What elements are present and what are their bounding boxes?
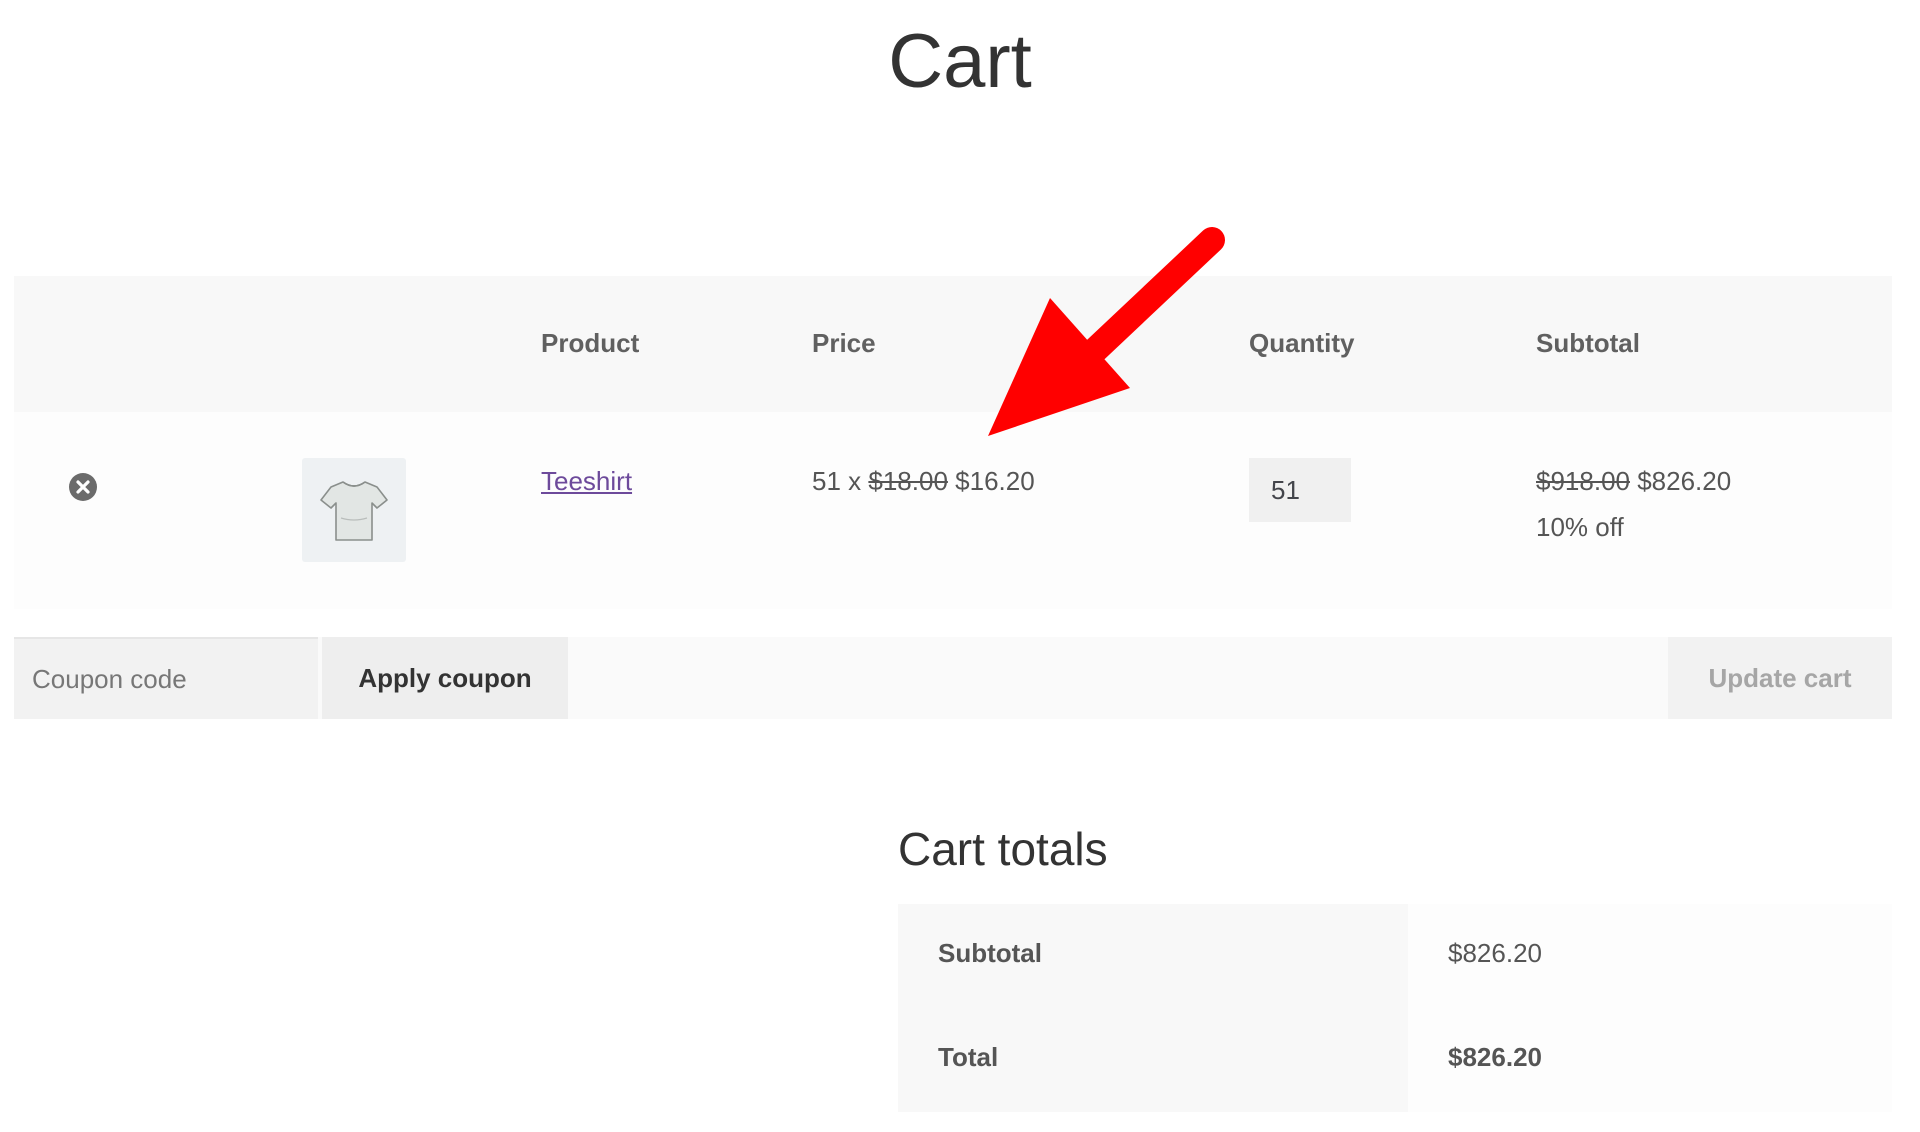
- remove-item-icon[interactable]: [68, 472, 98, 502]
- subtotal-sale: $826.20: [1637, 466, 1732, 496]
- tshirt-icon: [320, 481, 388, 541]
- price-original: $18.00: [868, 466, 948, 496]
- totals-subtotal-value: $826.20: [1408, 904, 1892, 1008]
- header-subtotal: Subtotal: [1536, 328, 1640, 358]
- totals-subtotal-label: Subtotal: [898, 904, 1408, 1008]
- subtotal-cell: $918.00 $826.20: [1536, 466, 1731, 497]
- coupon-code-input[interactable]: [14, 637, 318, 719]
- price-cell: 51 x $18.00 $16.20: [812, 466, 1035, 497]
- cart-actions: Apply coupon Update cart: [14, 637, 1892, 719]
- header-product: Product: [541, 328, 640, 358]
- totals-row-total: Total $826.20: [898, 1008, 1892, 1112]
- totals-row-subtotal: Subtotal $826.20: [898, 904, 1892, 1008]
- price-sale: $16.20: [955, 466, 1035, 496]
- quantity-input[interactable]: [1249, 458, 1351, 522]
- product-link[interactable]: Teeshirt: [541, 466, 632, 497]
- cart-table: Product Price Quantity Subtotal Teeshirt…: [14, 276, 1892, 609]
- page-title: Cart: [888, 19, 1032, 104]
- product-thumbnail[interactable]: [302, 458, 406, 562]
- cart-item-row: Teeshirt 51 x $18.00 $16.20 $918.00 $826…: [14, 412, 1892, 609]
- price-quantity-prefix: 51 x: [812, 466, 862, 496]
- apply-coupon-button[interactable]: Apply coupon: [322, 637, 568, 719]
- header-price: Price: [812, 328, 876, 358]
- cart-totals-table: Subtotal $826.20 Total $826.20: [898, 904, 1892, 1112]
- totals-total-label: Total: [898, 1008, 1408, 1112]
- cart-table-header: Product Price Quantity Subtotal: [14, 276, 1892, 412]
- update-cart-button[interactable]: Update cart: [1668, 637, 1892, 719]
- subtotal-original: $918.00: [1536, 466, 1630, 496]
- totals-total-value: $826.20: [1408, 1008, 1892, 1112]
- cart-totals-title: Cart totals: [898, 823, 1108, 875]
- header-quantity: Quantity: [1249, 328, 1355, 358]
- discount-note: 10% off: [1536, 512, 1624, 542]
